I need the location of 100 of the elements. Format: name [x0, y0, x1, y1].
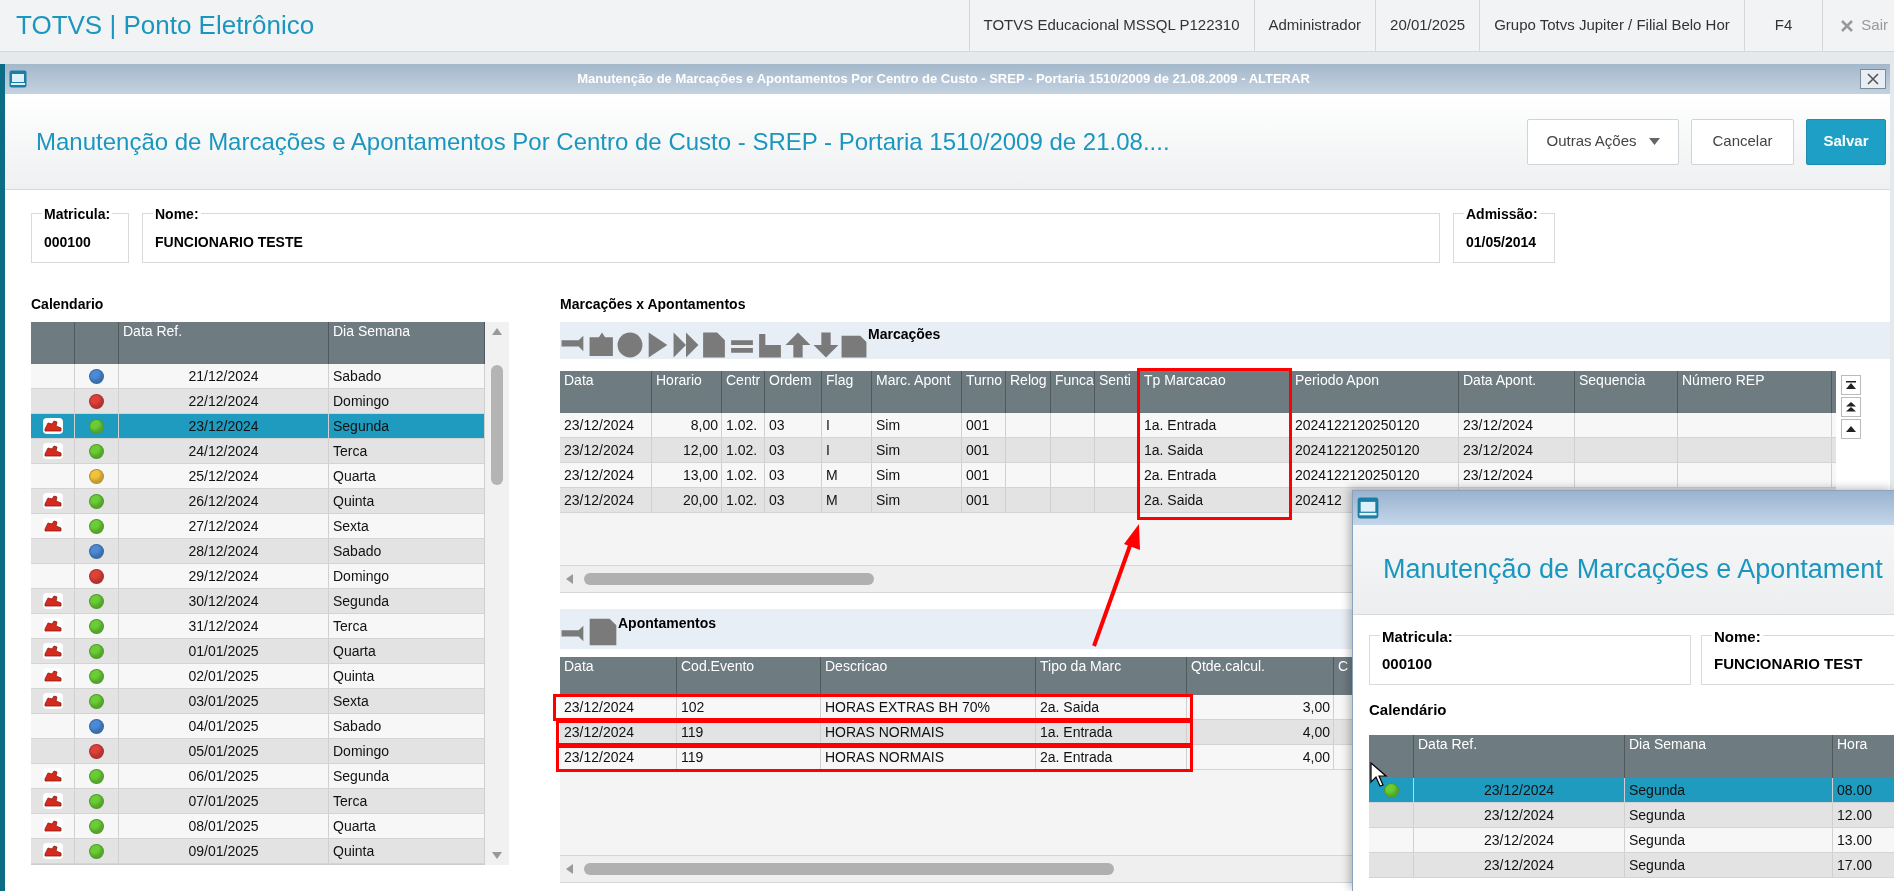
- table-row[interactable]: 01/01/2025 Quarta: [31, 639, 485, 664]
- table-cell-text: 23/12/2024: [1482, 780, 1556, 800]
- close-icon: [1841, 19, 1854, 32]
- column-header[interactable]: Cod.Evento: [677, 657, 821, 695]
- document-icon[interactable]: [700, 331, 728, 359]
- table-row[interactable]: 23/12/2024 12,00 1.02. 03 I Sim 001 1a. Saida 2024122120250120 23/12/2024: [560, 438, 1836, 463]
- table-cell-text: 23/12/2024: [187, 416, 260, 436]
- table-cell-text: 13.00: [1836, 830, 1874, 850]
- table-row[interactable]: 02/01/2025 Quinta: [31, 664, 485, 689]
- table-cell-text: 23/12/2024: [1462, 415, 1535, 435]
- table-cell-text: Quarta: [332, 816, 377, 836]
- app-bar-item: 20/01/2025: [1390, 15, 1466, 36]
- actions-menu-button[interactable]: Outras Ações: [1527, 118, 1679, 165]
- app-bar-item: TOTVS Educacional MSSQL P122310: [983, 15, 1240, 36]
- fast-forward-icon[interactable]: [672, 331, 700, 359]
- table-row[interactable]: 06/01/2025 Segunda: [31, 764, 485, 789]
- scroll-left-icon[interactable]: [566, 574, 574, 584]
- table-cell-text: 2a. Entrada: [1143, 465, 1218, 485]
- table-row[interactable]: 26/12/2024 Quinta: [31, 489, 485, 514]
- table-row[interactable]: 23/12/2024 Segunda 08.00: [1369, 778, 1894, 803]
- table-cell-text: Quinta: [332, 491, 376, 511]
- first-page-icon[interactable]: [1841, 375, 1861, 395]
- circle-icon[interactable]: [616, 331, 644, 359]
- table-cell-text: Sim: [875, 490, 902, 510]
- table-row[interactable]: 30/12/2024 Segunda: [31, 589, 485, 614]
- table-cell-text: 23/12/2024: [1482, 805, 1556, 825]
- table-cell-text: 30/12/2024: [187, 591, 260, 611]
- table-cell-text: 03: [768, 490, 786, 510]
- table-cell-text: M: [825, 465, 839, 485]
- table-cell-text: 31/12/2024: [187, 616, 260, 636]
- cursor-icon: [1370, 762, 1390, 788]
- table-row[interactable]: 09/01/2025 Quinta: [31, 839, 485, 864]
- table-row[interactable]: 23/12/2024 13,00 1.02. 03 M Sim 001 2a. Entrada 2024122120250120 23/12/2024: [560, 463, 1836, 488]
- table-row[interactable]: 08/01/2025 Quarta: [31, 814, 485, 839]
- table-cell-text: 8,00: [689, 415, 719, 435]
- table-row[interactable]: 23/12/2024 Segunda 12.00: [1369, 803, 1894, 828]
- scroll-down-icon[interactable]: [492, 852, 502, 859]
- table-cell-text: Segunda: [1628, 830, 1687, 850]
- table-cell-text: 2024122120250120: [1294, 465, 1421, 485]
- field-value: 01/05/2014: [1465, 232, 1537, 252]
- arrow-down-icon[interactable]: [812, 331, 840, 359]
- cancel-button[interactable]: Cancelar: [1691, 118, 1794, 165]
- table-cell-text: 119: [680, 747, 705, 767]
- table-row[interactable]: 04/01/2025 Sabado: [31, 714, 485, 739]
- arrow-up-icon[interactable]: [784, 331, 812, 359]
- table-cell-text: Sexta: [332, 516, 370, 536]
- scroll-thumb[interactable]: [584, 573, 874, 585]
- table-row[interactable]: 21/12/2024 Sabado: [31, 364, 485, 389]
- box-icon[interactable]: [588, 331, 616, 359]
- table-row[interactable]: 25/12/2024 Quarta: [31, 464, 485, 489]
- table-row[interactable]: 29/12/2024 Domingo: [31, 564, 485, 589]
- table-row[interactable]: 23/12/2024 Segunda 17.00: [1369, 853, 1894, 878]
- table-cell-text: 29/12/2024: [187, 566, 260, 586]
- table-cell-text: 06/01/2025: [187, 766, 260, 786]
- table-row[interactable]: 05/01/2025 Domingo: [31, 739, 485, 764]
- table-cell-text: 27/12/2024: [187, 516, 260, 536]
- close-button[interactable]: [1860, 69, 1886, 89]
- table-row[interactable]: 23/12/2024 8,00 1.02. 03 I Sim 001 1a. Entrada 2024122120250120 23/12/2024: [560, 413, 1836, 438]
- field-value: 000100: [1381, 653, 1433, 674]
- table-cell-text: 23/12/2024: [563, 490, 636, 510]
- table-row[interactable]: 31/12/2024 Terca: [31, 614, 485, 639]
- table-row[interactable]: 23/12/2024 Segunda 13.00: [1369, 828, 1894, 853]
- table-cell-text: 1.02.: [725, 490, 759, 510]
- table-cell-text: 08/01/2025: [187, 816, 260, 836]
- column-header[interactable]: Descricao: [821, 657, 1036, 695]
- column-header[interactable]: Data: [560, 657, 677, 695]
- page-up-icon[interactable]: [1841, 397, 1861, 417]
- table-cell-text: 02/01/2025: [187, 666, 260, 686]
- table-cell-text: Quinta: [332, 666, 376, 686]
- table-cell-text: 23/12/2024: [563, 747, 636, 767]
- table-cell-text: 4,00: [1301, 722, 1331, 742]
- table-row[interactable]: 24/12/2024 Terca: [31, 439, 485, 464]
- app-bar-item: Grupo Totvs Jupiter / Filial Belo Hor: [1494, 15, 1730, 36]
- table-cell-text: 2a. Saida: [1039, 697, 1101, 717]
- table-row[interactable]: 27/12/2024 Sexta: [31, 514, 485, 539]
- table-cell-text: 21/12/2024: [187, 366, 260, 386]
- table-cell-text: Quarta: [332, 466, 377, 486]
- scroll-up-icon[interactable]: [1841, 419, 1861, 439]
- table-cell-text: 23/12/2024: [1482, 855, 1556, 875]
- scroll-left-icon[interactable]: [566, 864, 574, 874]
- column-header[interactable]: Tipo da Marc: [1036, 657, 1187, 695]
- shortcut-key[interactable]: F4: [1774, 14, 1793, 37]
- app-title: TOTVS | Ponto Eletrônico: [16, 9, 315, 42]
- table-cell-text: 2a. Saida: [1143, 490, 1205, 510]
- panel-title: Apontamentos: [618, 614, 716, 633]
- table-row[interactable]: 07/01/2025 Terca: [31, 789, 485, 814]
- table-cell-text: Sabado: [332, 716, 383, 736]
- table-row[interactable]: 23/12/2024 Segunda: [31, 414, 485, 439]
- table-row[interactable]: 22/12/2024 Domingo: [31, 389, 485, 414]
- scroll-thumb[interactable]: [584, 863, 1114, 875]
- scroll-thumb[interactable]: [491, 365, 503, 485]
- window-icon: [9, 70, 27, 88]
- table-cell-text: 3,00: [1301, 697, 1331, 717]
- field-value: FUNCIONARIO TEST: [1713, 653, 1863, 674]
- table-row[interactable]: 28/12/2024 Sabado: [31, 539, 485, 564]
- table-cell-text: 01/01/2025: [187, 641, 260, 661]
- vertical-scrollbar[interactable]: [485, 322, 509, 865]
- table-cell-text: 2024122120250120: [1294, 440, 1421, 460]
- table-cell-text: 23/12/2024: [563, 697, 636, 717]
- table-row[interactable]: 03/01/2025 Sexta: [31, 689, 485, 714]
